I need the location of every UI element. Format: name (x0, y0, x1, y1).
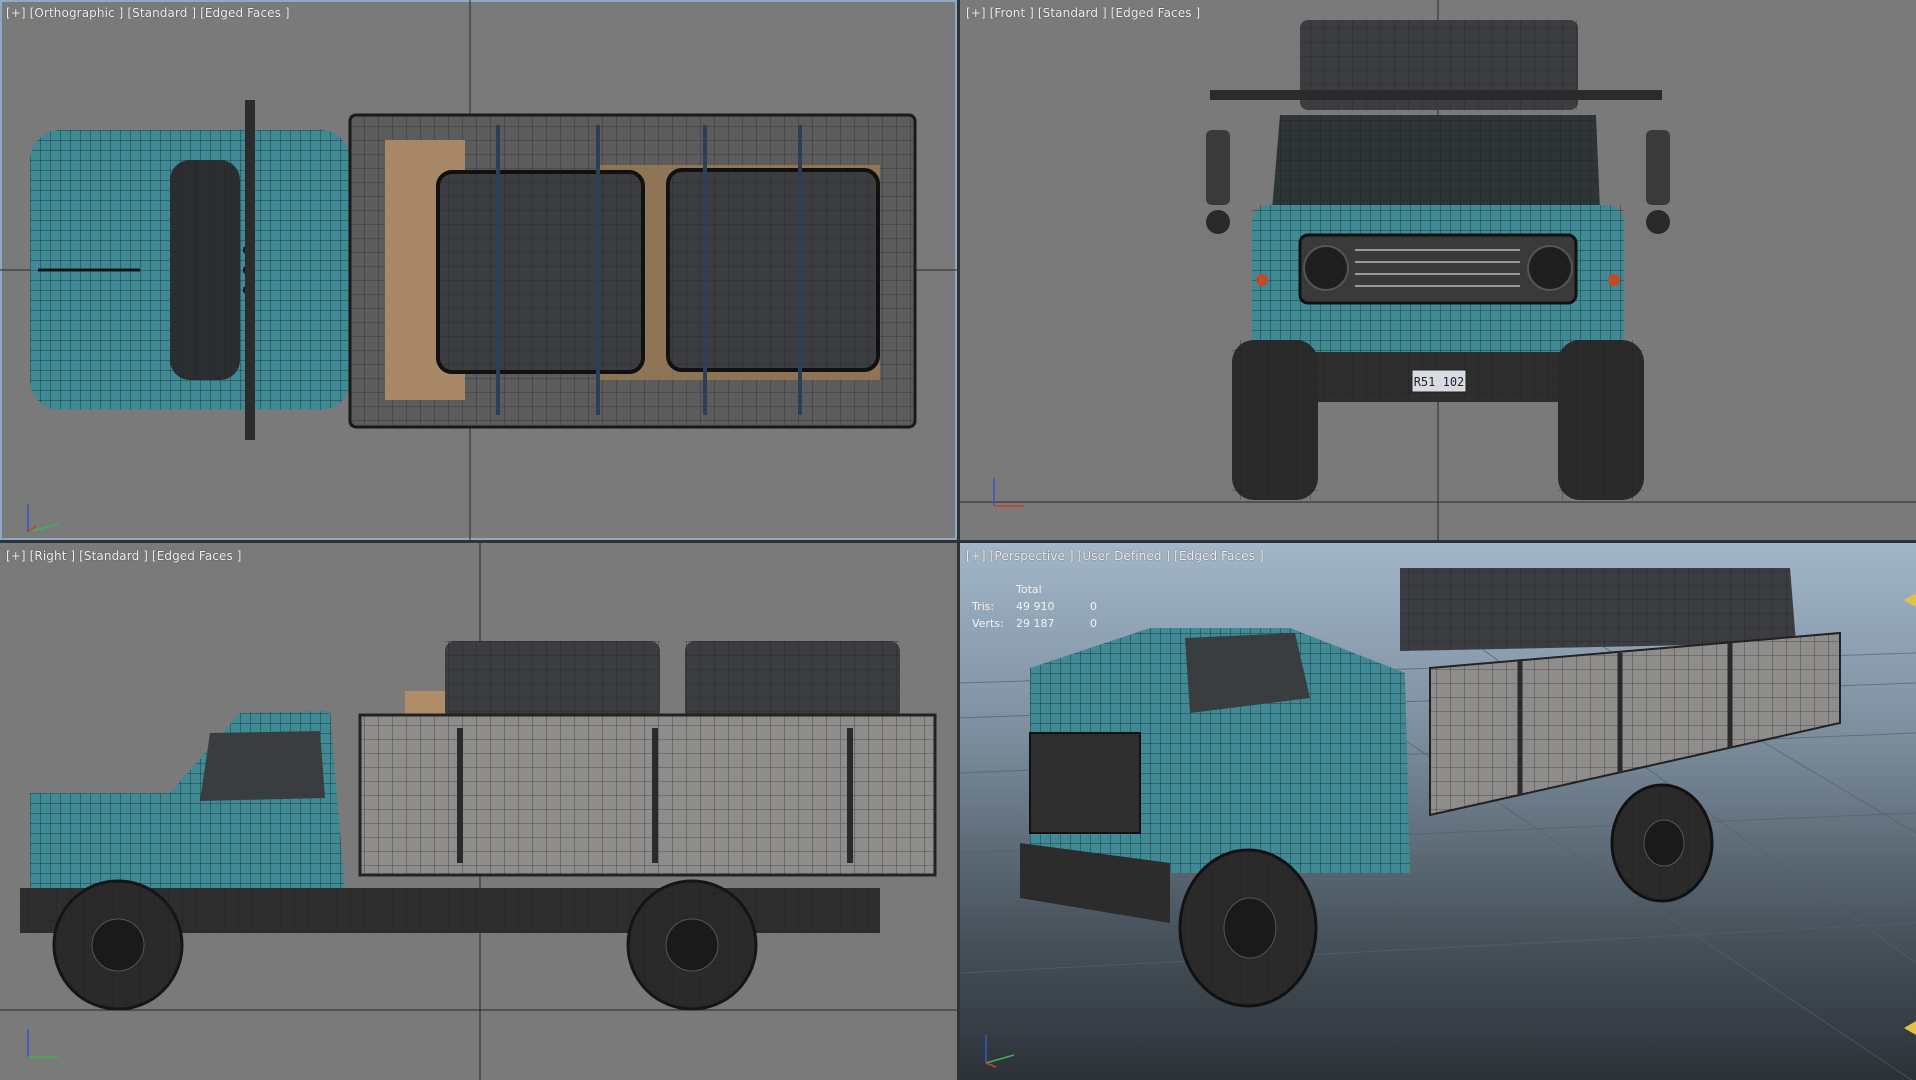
tris-label: Tris: (972, 600, 995, 613)
tris-selected: 0 (1090, 600, 1097, 613)
verts-selected: 0 (1090, 617, 1097, 630)
front-view-scene: R51 102 (960, 0, 1916, 540)
axis-gizmo-icon (993, 478, 1024, 507)
scene-statistics: Total Tris: 49 910 0 Verts: 29 187 0 (972, 581, 1120, 632)
truck-cab-top (30, 100, 350, 440)
truck-bed-top (348, 113, 917, 429)
verts-label: Verts: (972, 617, 1004, 630)
verts-value: 29 187 (1016, 617, 1055, 630)
viewport-front[interactable]: R51 102 [+] [Front ] [Standard ] [Edged … (960, 0, 1916, 540)
camera-marker-icon (1904, 1021, 1916, 1035)
viewport-label[interactable]: [+] [Right ] [Standard ] [Edged Faces ] (6, 549, 242, 563)
viewport-label[interactable]: [+] [Perspective ] [User Defined ] [Edge… (966, 549, 1264, 563)
axis-gizmo-icon (27, 1029, 58, 1058)
tris-value: 49 910 (1016, 600, 1055, 613)
viewport-label[interactable]: [+] [Front ] [Standard ] [Edged Faces ] (966, 6, 1200, 20)
top-view-scene (0, 0, 957, 540)
stats-header: Total (1016, 583, 1042, 596)
viewport-right[interactable]: [+] [Right ] [Standard ] [Edged Faces ] (0, 543, 957, 1080)
right-view-scene (0, 543, 957, 1080)
viewport-perspective[interactable]: [+] [Perspective ] [User Defined ] [Edge… (960, 543, 1916, 1080)
camera-marker-icon (1904, 593, 1916, 607)
license-plate-text: R51 102 (1414, 375, 1465, 389)
viewport-orthographic[interactable]: [+] [Orthographic ] [Standard ] [Edged F… (0, 0, 957, 540)
axis-gizmo-icon (985, 1035, 1015, 1068)
axis-gizmo-icon (27, 504, 59, 533)
quad-viewport-layout: [+] [Orthographic ] [Standard ] [Edged F… (0, 0, 1916, 1080)
viewport-label[interactable]: [+] [Orthographic ] [Standard ] [Edged F… (6, 6, 290, 20)
